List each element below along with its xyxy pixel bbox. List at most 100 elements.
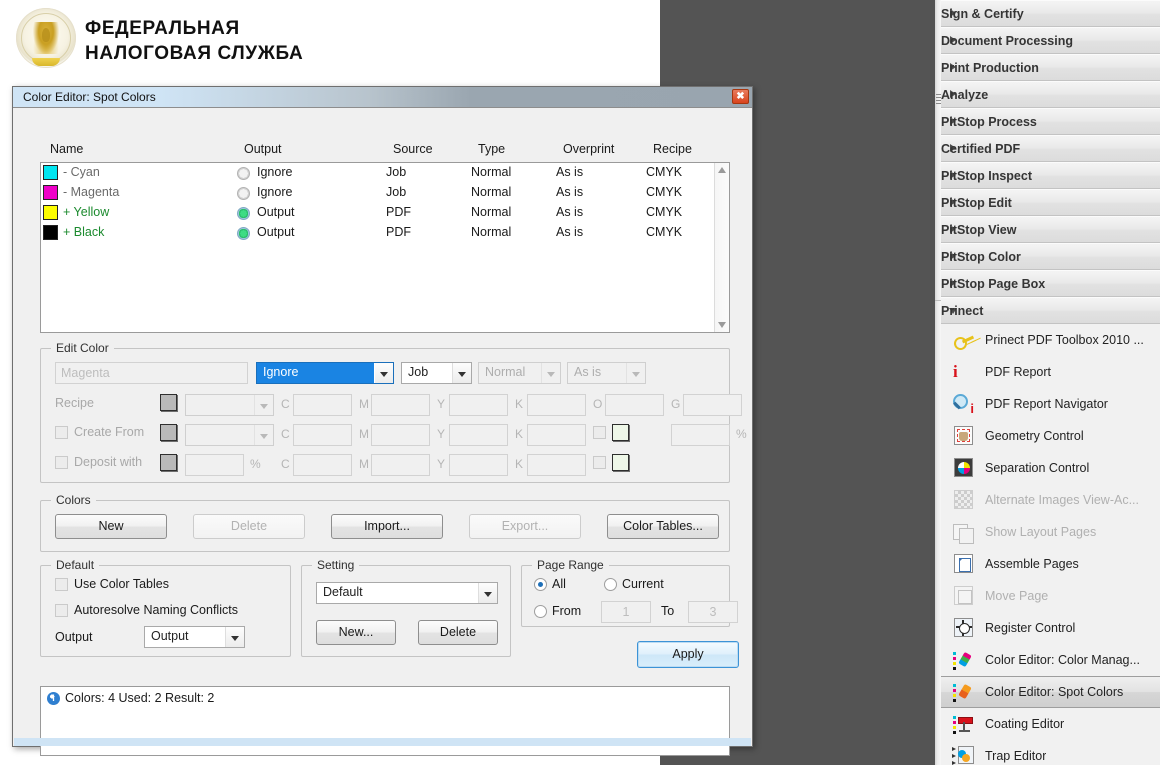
accordion-section-print-production[interactable]: Print Production — [941, 54, 1160, 81]
recipe-o-field[interactable] — [605, 394, 664, 416]
accordion-section-document-processing[interactable]: Document Processing — [941, 27, 1160, 54]
create-from-percent-field[interactable] — [671, 424, 730, 446]
recipe-dropdown[interactable] — [185, 394, 274, 416]
organization-title: ФЕДЕРАЛЬНАЯ НАЛОГОВАЯ СЛУЖБА — [85, 16, 505, 66]
deposit-with-amount-field[interactable] — [185, 454, 244, 476]
delete-color-button[interactable]: Delete — [193, 514, 305, 539]
accordion-section-pitstop-process[interactable]: PitStop Process — [941, 108, 1160, 135]
edit-color-legend: Edit Color — [51, 341, 114, 355]
channel-label-m: M — [359, 427, 369, 441]
tool-item-geometry-control[interactable]: Geometry Control — [941, 420, 1160, 452]
deposit-green-swatch-button[interactable] — [612, 454, 629, 471]
source-dropdown[interactable]: Job — [401, 362, 472, 384]
accordion-section-pitstop-color[interactable]: PitStop Color — [941, 243, 1160, 270]
deposit-y-field[interactable] — [449, 454, 508, 476]
autoresolve-naming-conflicts-label: Autoresolve Naming Conflicts — [74, 603, 238, 617]
accordion-section-certified-pdf[interactable]: Certified PDF — [941, 135, 1160, 162]
create-from-dropdown[interactable] — [185, 424, 274, 446]
default-output-dropdown[interactable]: Output — [144, 626, 245, 648]
page-range-to-input[interactable]: 3 — [688, 601, 738, 623]
color-name-field[interactable]: Magenta — [55, 362, 248, 384]
new-color-button[interactable]: New — [55, 514, 167, 539]
chevron-down-icon — [478, 583, 497, 603]
table-scrollbar[interactable] — [714, 163, 729, 332]
create-from-extra-checkbox[interactable] — [593, 426, 606, 439]
use-color-tables-checkbox[interactable] — [55, 578, 68, 591]
recipe-k-field[interactable] — [527, 394, 586, 416]
scroll-up-icon[interactable] — [718, 167, 726, 173]
recipe-value: CMYK — [646, 165, 683, 179]
create-from-k-field[interactable] — [527, 424, 586, 446]
tool-item-trap-editor[interactable]: Trap Editor — [941, 740, 1160, 765]
recipe-c-field[interactable] — [293, 394, 352, 416]
accordion-section-prinect[interactable]: Prinect — [941, 297, 1160, 324]
overprint-value: As is — [556, 165, 584, 179]
tool-item-pdf-report-navigator[interactable]: i PDF Report Navigator — [941, 388, 1160, 420]
page-range-from-input[interactable]: 1 — [601, 601, 651, 623]
accordion-section-pitstop-view[interactable]: PitStop View — [941, 216, 1160, 243]
apply-button[interactable]: Apply — [637, 641, 739, 668]
page-range-legend: Page Range — [532, 558, 609, 572]
setting-dropdown[interactable]: Default — [316, 582, 498, 604]
recipe-g-field[interactable] — [683, 394, 742, 416]
deposit-c-field[interactable] — [293, 454, 352, 476]
color-swatch — [43, 225, 58, 240]
create-from-y-field[interactable] — [449, 424, 508, 446]
import-colors-button[interactable]: Import... — [331, 514, 443, 539]
create-from-green-swatch-button[interactable] — [612, 424, 629, 441]
create-from-color-swatch-button[interactable] — [160, 424, 177, 441]
accordion-section-pitstop-page-box[interactable]: PitStop Page Box — [941, 270, 1160, 297]
color-action-dropdown[interactable]: Ignore — [256, 362, 394, 384]
scroll-down-icon[interactable] — [718, 322, 726, 328]
russian-federal-tax-service-emblem-icon — [16, 8, 76, 68]
create-from-c-field[interactable] — [293, 424, 352, 446]
accordion-section-analyze[interactable]: Analyze — [941, 81, 1160, 108]
delete-setting-button[interactable]: Delete — [418, 620, 498, 645]
type-value: Normal — [471, 205, 512, 219]
tool-item-color-editor-color-manag[interactable]: Color Editor: Color Manag... — [941, 644, 1160, 676]
tool-item-separation-control[interactable]: Separation Control — [941, 452, 1160, 484]
export-colors-button[interactable]: Export... — [469, 514, 581, 539]
tool-item-prinect-pdf-toolbox-2010[interactable]: Prinect PDF Toolbox 2010 ... — [941, 324, 1160, 356]
tool-item-pdf-report[interactable]: i PDF Report — [941, 356, 1160, 388]
type-dropdown[interactable]: Normal — [478, 362, 561, 384]
tool-item-assemble-pages[interactable]: Assemble Pages — [941, 548, 1160, 580]
tool-item-register-control[interactable]: Register Control — [941, 612, 1160, 644]
page-range-to-label: To — [661, 604, 675, 618]
table-body[interactable]: - Cyan Ignore Job Normal As is CMYK - Magenta I… — [40, 162, 730, 333]
page-range-group: Page Range All Current From 1 To 3 — [521, 558, 738, 627]
spot-color-pen-icon — [953, 681, 975, 703]
color-tables-button[interactable]: Color Tables... — [607, 514, 719, 539]
table-row[interactable]: + Black Output PDF Normal As is CMYK — [41, 223, 729, 243]
page-range-current-radio[interactable] — [604, 578, 617, 591]
table-row[interactable]: - Cyan Ignore Job Normal As is CMYK — [41, 163, 729, 183]
accordion-section-sign-certify[interactable]: Sign & Certify — [941, 0, 1160, 27]
dialog-title-bar[interactable]: Color Editor: Spot Colors ✖ — [13, 87, 752, 108]
deposit-with-color-swatch-button[interactable] — [160, 454, 177, 471]
tool-label: Geometry Control — [985, 429, 1084, 443]
overprint-dropdown[interactable]: As is — [567, 362, 646, 384]
deposit-m-field[interactable] — [371, 454, 430, 476]
recipe-y-field[interactable] — [449, 394, 508, 416]
organization-title-line2: НАЛОГОВАЯ СЛУЖБА — [85, 43, 304, 64]
table-column-header: Name — [50, 142, 84, 156]
source-value: Job — [408, 365, 429, 379]
create-from-checkbox[interactable] — [55, 426, 68, 439]
tool-item-coating-editor[interactable]: Coating Editor — [941, 708, 1160, 740]
tool-item-color-editor-spot-colors[interactable]: Color Editor: Spot Colors — [941, 676, 1160, 708]
recipe-color-swatch-button[interactable] — [160, 394, 177, 411]
recipe-m-field[interactable] — [371, 394, 430, 416]
accordion-section-pitstop-edit[interactable]: PitStop Edit — [941, 189, 1160, 216]
deposit-extra-checkbox[interactable] — [593, 456, 606, 469]
deposit-k-field[interactable] — [527, 454, 586, 476]
page-range-from-radio[interactable] — [534, 605, 547, 618]
deposit-with-checkbox[interactable] — [55, 456, 68, 469]
new-setting-button[interactable]: New... — [316, 620, 396, 645]
table-row[interactable]: + Yellow Output PDF Normal As is CMYK — [41, 203, 729, 223]
accordion-section-pitstop-inspect[interactable]: PitStop Inspect — [941, 162, 1160, 189]
page-range-all-radio[interactable] — [534, 578, 547, 591]
table-row[interactable]: - Magenta Ignore Job Normal As is CMYK — [41, 183, 729, 203]
close-icon[interactable]: ✖ — [732, 89, 749, 104]
create-from-m-field[interactable] — [371, 424, 430, 446]
autoresolve-naming-conflicts-checkbox[interactable] — [55, 604, 68, 617]
